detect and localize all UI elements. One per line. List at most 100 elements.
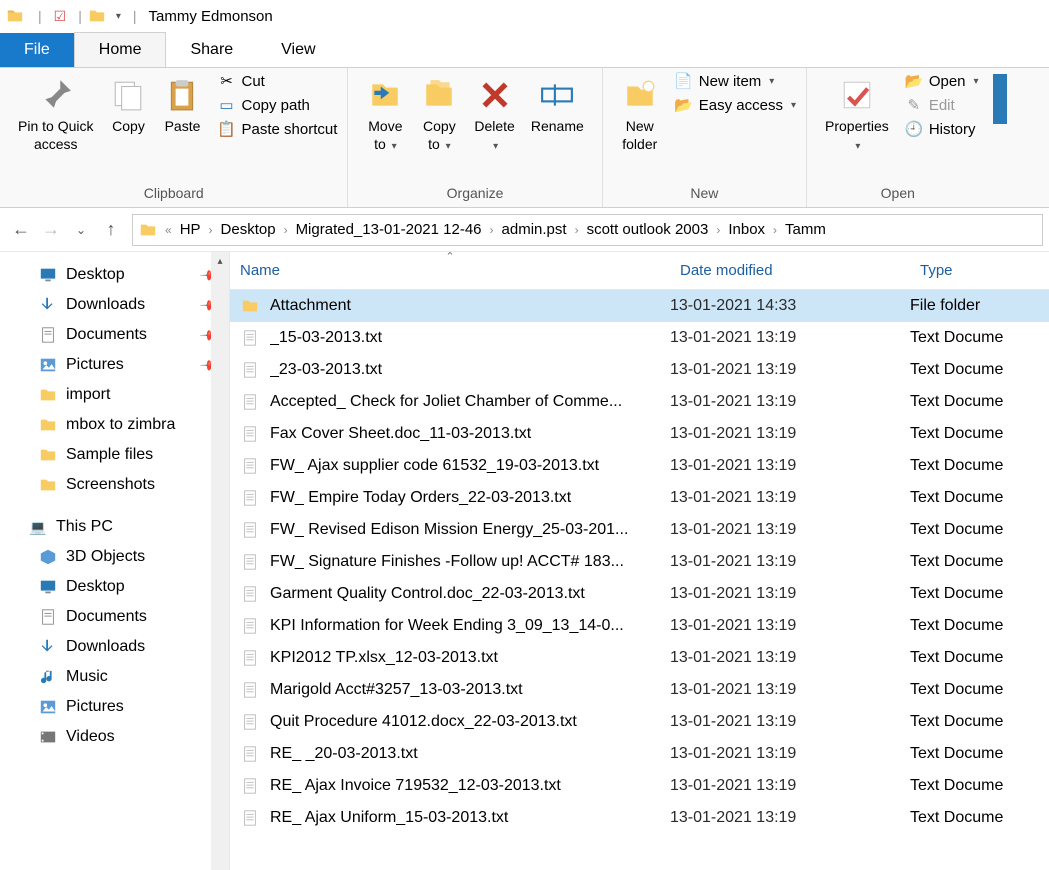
file-name: Accepted_ Check for Joliet Chamber of Co… xyxy=(270,393,670,411)
cut-button[interactable]: ✂Cut xyxy=(217,72,337,90)
tab-home[interactable]: Home xyxy=(74,32,167,67)
file-row[interactable]: Accepted_ Check for Joliet Chamber of Co… xyxy=(230,386,1049,418)
recent-dropdown[interactable]: ⌄ xyxy=(66,215,96,245)
tree-item[interactable]: Documents📌 xyxy=(0,320,229,350)
tree-label: Desktop xyxy=(66,578,125,596)
forward-button[interactable]: → xyxy=(36,215,66,245)
checkbox-icon[interactable]: ☑ xyxy=(54,8,67,25)
properties-button[interactable]: Properties▾ xyxy=(817,72,897,157)
file-row[interactable]: Attachment13-01-2021 14:33File folder xyxy=(230,290,1049,322)
tree-item[interactable]: Sample files xyxy=(0,440,229,470)
file-type: Text Docume xyxy=(910,585,1049,603)
folder-icon[interactable] xyxy=(88,7,106,25)
file-row[interactable]: KPI Information for Week Ending 3_09_13_… xyxy=(230,610,1049,642)
tree-item[interactable]: Downloads xyxy=(0,632,229,662)
breadcrumb-segment[interactable]: Inbox xyxy=(722,221,771,238)
file-date: 13-01-2021 13:19 xyxy=(670,361,910,379)
copy-to-button[interactable]: Copy to ▾ xyxy=(412,72,466,157)
chevron-right-icon[interactable]: › xyxy=(282,223,290,237)
file-row[interactable]: FW_ Revised Edison Mission Energy_25-03-… xyxy=(230,514,1049,546)
txt-icon xyxy=(240,456,260,476)
file-row[interactable]: KPI2012 TP.xlsx_12-03-2013.txt13-01-2021… xyxy=(230,642,1049,674)
column-headers: ⌃Name Date modified Type xyxy=(230,252,1049,290)
breadcrumb-segment[interactable]: admin.pst xyxy=(496,221,573,238)
file-row[interactable]: Quit Procedure 41012.docx_22-03-2013.txt… xyxy=(230,706,1049,738)
copy-icon xyxy=(109,76,147,114)
tree-item[interactable]: mbox to zimbra xyxy=(0,410,229,440)
navigation-pane[interactable]: Desktop📌Downloads📌Documents📌Pictures📌imp… xyxy=(0,252,230,870)
scroll-up-icon[interactable]: ▴ xyxy=(217,252,222,270)
delete-button[interactable]: Delete▾ xyxy=(466,72,522,157)
file-date: 13-01-2021 13:19 xyxy=(670,489,910,507)
tree-item[interactable]: Screenshots xyxy=(0,470,229,500)
edit-button[interactable]: ✎Edit xyxy=(905,96,979,114)
pin-to-quick-access-button[interactable]: Pin to Quick access xyxy=(10,72,101,157)
new-folder-button[interactable]: New folder xyxy=(613,72,667,157)
tree-item[interactable]: Music xyxy=(0,662,229,692)
new-item-button[interactable]: 📄New item▾ xyxy=(675,72,796,90)
tree-item[interactable]: Pictures xyxy=(0,692,229,722)
rename-button[interactable]: Rename xyxy=(523,72,592,140)
tab-view[interactable]: View xyxy=(257,33,339,67)
tree-item[interactable]: Downloads📌 xyxy=(0,290,229,320)
file-row[interactable]: FW_ Empire Today Orders_22-03-2013.txt13… xyxy=(230,482,1049,514)
file-date: 13-01-2021 13:19 xyxy=(670,329,910,347)
column-date[interactable]: Date modified xyxy=(670,252,910,289)
file-row[interactable]: _15-03-2013.txt13-01-2021 13:19Text Docu… xyxy=(230,322,1049,354)
tree-item[interactable]: Desktop📌 xyxy=(0,260,229,290)
dropdown-icon[interactable]: ▾ xyxy=(116,11,121,22)
tree-label: Pictures xyxy=(66,698,124,716)
file-row[interactable]: RE_ _20-03-2013.txt13-01-2021 13:19Text … xyxy=(230,738,1049,770)
breadcrumb-segment[interactable]: scott outlook 2003 xyxy=(581,221,715,238)
chevron-right-icon[interactable]: › xyxy=(207,223,215,237)
up-button[interactable]: ↑ xyxy=(96,215,126,245)
paste-shortcut-button[interactable]: 📋Paste shortcut xyxy=(217,120,337,138)
file-row[interactable]: RE_ Ajax Invoice 719532_12-03-2013.txt13… xyxy=(230,770,1049,802)
tree-this-pc[interactable]: 💻 This PC xyxy=(0,512,229,542)
tree-item[interactable]: Documents xyxy=(0,602,229,632)
tab-share[interactable]: Share xyxy=(166,33,257,67)
breadcrumb-segment[interactable]: Migrated_13-01-2021 12-46 xyxy=(290,221,488,238)
file-row[interactable]: Garment Quality Control.doc_22-03-2013.t… xyxy=(230,578,1049,610)
tree-item[interactable]: Desktop xyxy=(0,572,229,602)
chevron-right-icon[interactable]: › xyxy=(771,223,779,237)
document-icon xyxy=(38,325,58,345)
breadcrumb-segment[interactable]: HP xyxy=(174,221,207,238)
file-row[interactable]: Fax Cover Sheet.doc_11-03-2013.txt13-01-… xyxy=(230,418,1049,450)
chevron-right-icon[interactable]: › xyxy=(573,223,581,237)
file-row[interactable]: RE_ Ajax Uniform_15-03-2013.txt13-01-202… xyxy=(230,802,1049,834)
file-row[interactable]: FW_ Signature Finishes -Follow up! ACCT#… xyxy=(230,546,1049,578)
breadcrumb-segment[interactable]: Desktop xyxy=(215,221,282,238)
breadcrumb-segment[interactable]: Tamm xyxy=(779,221,832,238)
copy-path-button[interactable]: ▭Copy path xyxy=(217,96,337,114)
delete-icon xyxy=(476,76,514,114)
chevron-icon[interactable]: « xyxy=(163,223,174,237)
tree-item[interactable]: Pictures📌 xyxy=(0,350,229,380)
address-bar[interactable]: « HP›Desktop›Migrated_13-01-2021 12-46›a… xyxy=(132,214,1043,246)
file-row[interactable]: FW_ Ajax supplier code 61532_19-03-2013.… xyxy=(230,450,1049,482)
copy-button[interactable]: Copy xyxy=(101,72,155,140)
paste-button[interactable]: Paste xyxy=(155,72,209,140)
chevron-right-icon[interactable]: › xyxy=(488,223,496,237)
file-date: 13-01-2021 13:19 xyxy=(670,809,910,827)
history-button[interactable]: 🕘History xyxy=(905,120,979,138)
file-row[interactable]: Marigold Acct#3257_13-03-2013.txt13-01-2… xyxy=(230,674,1049,706)
tree-item[interactable]: 3D Objects xyxy=(0,542,229,572)
file-date: 13-01-2021 13:19 xyxy=(670,681,910,699)
column-name[interactable]: ⌃Name xyxy=(230,252,670,289)
file-row[interactable]: _23-03-2013.txt13-01-2021 13:19Text Docu… xyxy=(230,354,1049,386)
tree-scrollbar[interactable]: ▴ xyxy=(211,252,229,870)
easy-access-button[interactable]: 📂Easy access▾ xyxy=(675,96,796,114)
move-to-button[interactable]: Move to ▾ xyxy=(358,72,412,157)
folder-icon xyxy=(38,445,58,465)
txt-icon xyxy=(240,392,260,412)
folder-icon[interactable] xyxy=(133,221,163,239)
back-button[interactable]: ← xyxy=(6,215,36,245)
tree-item[interactable]: import xyxy=(0,380,229,410)
open-button[interactable]: 📂Open▾ xyxy=(905,72,979,90)
column-type[interactable]: Type xyxy=(910,252,1049,289)
tab-file[interactable]: File xyxy=(0,33,74,67)
copy-to-icon xyxy=(420,76,458,114)
shortcut-icon: 📋 xyxy=(217,120,235,138)
tree-item[interactable]: Videos xyxy=(0,722,229,752)
